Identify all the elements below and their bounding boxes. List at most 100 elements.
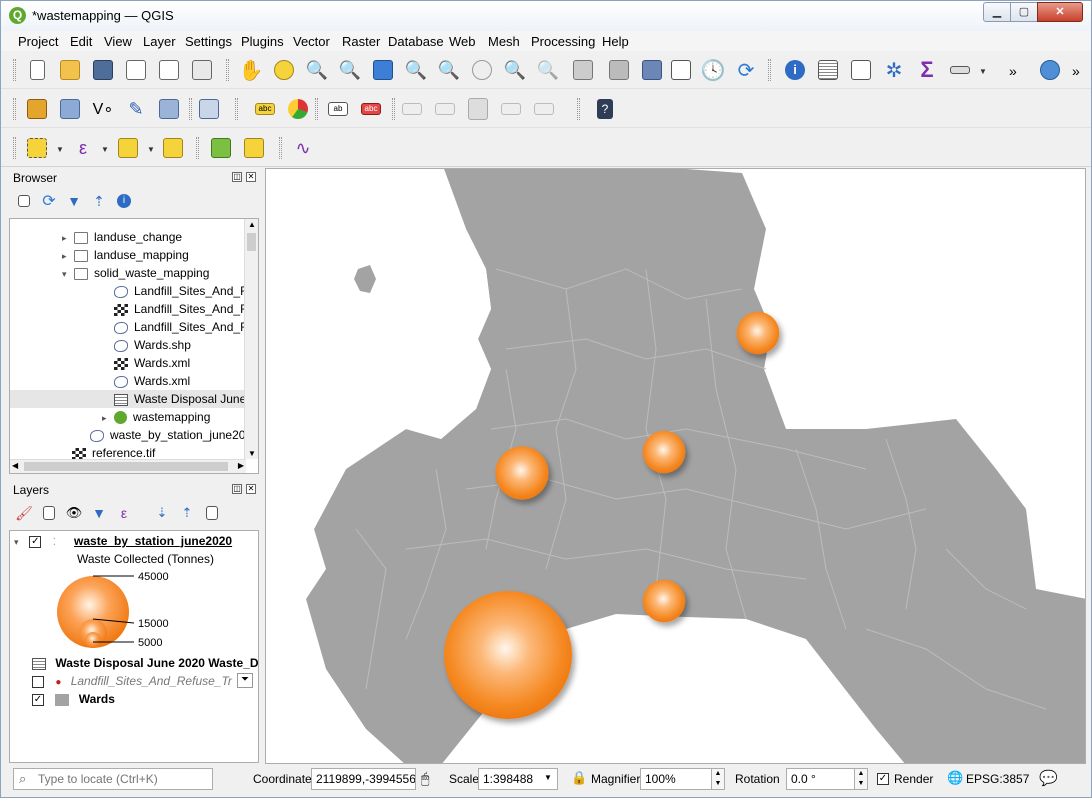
close-panel-icon[interactable]: ✕ — [246, 484, 256, 494]
select-features-icon[interactable] — [25, 136, 49, 160]
collapse-all-icon[interactable]: ⇡ — [176, 502, 198, 524]
label-change-icon[interactable] — [532, 97, 556, 121]
layout-manager-icon[interactable] — [157, 58, 181, 82]
more-icon[interactable]: » — [1072, 63, 1080, 79]
south-east-station-symbol[interactable] — [642, 579, 686, 623]
label-rotate-icon[interactable] — [499, 97, 523, 121]
identify-icon[interactable]: i — [783, 58, 807, 82]
temporal-controller-icon[interactable]: 🕓 — [701, 58, 726, 82]
style-manager-icon[interactable] — [190, 58, 214, 82]
scroll-left-icon[interactable]: ◀ — [12, 461, 18, 470]
toolbar-grip[interactable] — [13, 59, 16, 81]
menu-layer[interactable]: Layer — [143, 34, 176, 49]
profile-icon[interactable]: ∿ — [291, 136, 315, 160]
statistics-icon[interactable]: Σ — [915, 57, 939, 82]
plugin-globe-icon[interactable] — [1038, 58, 1062, 82]
browser-item[interactable]: ▸ landuse_mapping — [62, 246, 189, 264]
layer-row-landfill[interactable]: ● Landfill_Sites_And_Refuse_Tr — [32, 672, 232, 690]
scroll-down-icon[interactable]: ▼ — [248, 449, 256, 458]
browser-vertical-scrollbar[interactable]: ▲ ▼ — [244, 219, 258, 459]
map-tips-icon[interactable] — [669, 58, 693, 82]
save-project-icon[interactable] — [91, 58, 115, 82]
browser-item[interactable]: ▾ solid_waste_mapping — [62, 264, 209, 282]
map-canvas[interactable] — [265, 168, 1086, 764]
render-checkbox[interactable]: ✓ — [877, 773, 889, 785]
menu-project[interactable]: Project — [18, 34, 58, 49]
deselect-icon[interactable] — [116, 136, 140, 160]
menu-processing[interactable]: Processing — [531, 34, 595, 49]
info-icon[interactable]: i — [113, 190, 135, 212]
collapse-all-icon[interactable]: ⇡ — [88, 190, 110, 212]
toolbar-grip[interactable] — [315, 98, 318, 120]
layer-row-wards[interactable]: ✓ Wards — [32, 690, 115, 708]
menu-database[interactable]: Database — [388, 34, 444, 49]
toolbar-grip[interactable] — [577, 98, 580, 120]
filter-icon[interactable]: ▼ — [63, 190, 85, 212]
digitize-icon[interactable]: V∘ — [91, 97, 115, 121]
locator-box[interactable]: ⌕ — [13, 768, 213, 790]
browser-item[interactable]: ▸ landuse_change — [62, 228, 182, 246]
select-by-expression-icon[interactable]: ε — [71, 136, 95, 160]
more-icon[interactable]: » — [1009, 63, 1017, 79]
scroll-thumb[interactable] — [24, 462, 228, 471]
zoom-to-selection-icon[interactable]: 🔍 — [404, 58, 428, 82]
toolbar-grip[interactable] — [196, 137, 199, 159]
locate-input[interactable] — [36, 770, 210, 788]
expand-all-icon[interactable]: ⇣ — [151, 502, 173, 524]
new-bookmark-icon[interactable] — [571, 58, 595, 82]
float-panel-icon[interactable]: ◫ — [232, 484, 242, 494]
highlight-pin-icon[interactable]: ab — [326, 97, 350, 121]
processing-toolbox-icon[interactable]: ✲ — [882, 58, 906, 82]
close-button[interactable]: ✕ — [1037, 2, 1083, 22]
save-edits-icon[interactable] — [157, 97, 181, 121]
chevron-down-icon[interactable]: ▼ — [147, 145, 155, 154]
rotation-spinner[interactable]: ▲ ▼ — [854, 768, 868, 790]
zoom-last-icon[interactable]: 🔍 — [503, 58, 527, 82]
zoom-to-layer-icon[interactable]: 🔍 — [437, 58, 461, 82]
menu-mesh[interactable]: Mesh — [488, 34, 520, 49]
lock-icon[interactable]: 🔒 — [571, 770, 587, 786]
measure-icon[interactable] — [948, 58, 972, 82]
scroll-right-icon[interactable]: ▶ — [238, 461, 244, 470]
label-move-icon[interactable] — [400, 97, 424, 121]
float-panel-icon[interactable]: ◫ — [232, 172, 242, 182]
add-selected-icon[interactable] — [13, 190, 35, 212]
layer-row-waste-disposal[interactable]: Waste Disposal June 2020 Waste_Dis — [32, 654, 258, 672]
identify-features-icon[interactable] — [209, 136, 233, 160]
scroll-thumb[interactable] — [247, 233, 256, 251]
style-panel-icon[interactable]: 🖌 — [13, 502, 35, 524]
toolbar-grip[interactable] — [13, 137, 16, 159]
browser-item[interactable]: Wards.shp — [102, 336, 191, 354]
edit-pencil-icon[interactable]: ✎ — [124, 97, 148, 121]
browser-item[interactable]: Waste Disposal June — [10, 390, 246, 408]
messages-icon[interactable]: 💬 — [1039, 769, 1058, 787]
data-source-manager-icon[interactable] — [25, 97, 49, 121]
show-bookmarks-icon[interactable] — [607, 58, 631, 82]
layer-visibility-checkbox[interactable]: ✓ — [29, 535, 42, 548]
central-station-symbol[interactable] — [642, 430, 686, 474]
toolbar-grip[interactable] — [392, 98, 395, 120]
menu-vector[interactable]: Vector — [293, 34, 330, 49]
toolbar-grip[interactable] — [279, 137, 282, 159]
toolbar-grip[interactable] — [226, 59, 229, 81]
chevron-down-icon[interactable]: ▾ — [14, 533, 26, 551]
zoom-next-icon[interactable]: 🔍 — [536, 58, 560, 82]
chevron-right-icon[interactable]: ▸ — [62, 247, 74, 265]
layer-visibility-checkbox[interactable]: ✓ — [32, 693, 44, 706]
browser-horizontal-scrollbar[interactable]: ◀ ▶ — [10, 459, 246, 473]
browser-item[interactable]: Landfill_Sites_And_Re — [102, 282, 255, 300]
select-by-location-icon[interactable] — [161, 136, 185, 160]
mouse-tracking-icon[interactable]: 🖱 — [421, 770, 429, 787]
filter-applied-icon[interactable]: ⏷ — [237, 673, 253, 688]
label-pin-icon[interactable] — [466, 97, 490, 121]
new-project-icon[interactable] — [25, 58, 49, 82]
chevron-right-icon[interactable]: ▸ — [62, 229, 74, 247]
crs-label[interactable]: EPSG:3857 — [966, 772, 1029, 786]
pan-to-selection-icon[interactable] — [272, 58, 296, 82]
filter-legend-icon[interactable]: ▼ — [88, 502, 110, 524]
browser-item[interactable]: waste_by_station_june20 — [78, 426, 245, 444]
remove-layer-icon[interactable] — [201, 502, 223, 524]
chevron-down-icon[interactable]: ▾ — [62, 265, 74, 283]
chevron-down-icon[interactable]: ▼ — [544, 773, 552, 782]
add-group-icon[interactable] — [38, 502, 60, 524]
